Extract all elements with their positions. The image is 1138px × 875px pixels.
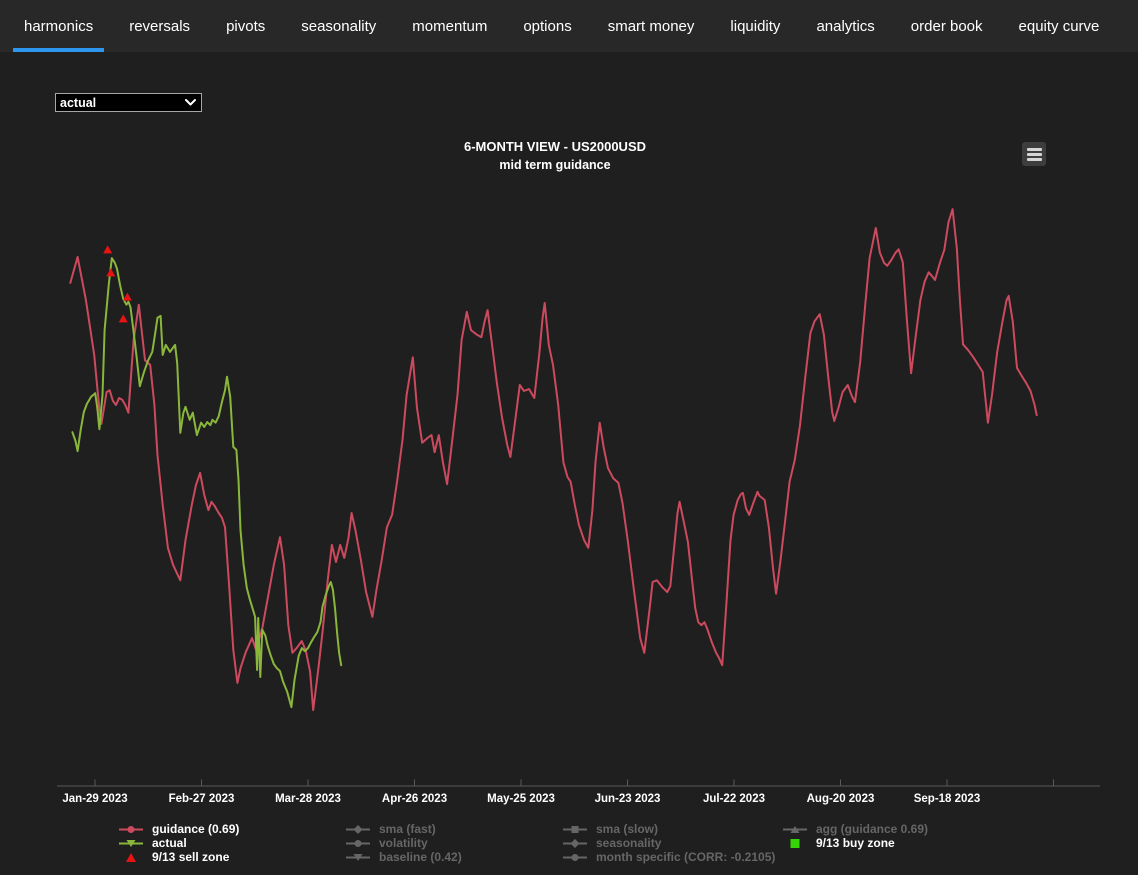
legend-column: guidance (0.69)actual9/13 sell zone [118,822,239,864]
legend-item-sma-slow[interactable]: sma (slow) [562,822,775,836]
legend-item-volatility[interactable]: volatility [345,836,462,850]
chart-plot: Jan-29 2023 Feb-27 2023 Mar-28 2023 Apr-26 … [0,0,1138,875]
legend-item-month-specific-corr-0-2105[interactable]: month specific (CORR: -0.2105) [562,850,775,864]
legend-item-9-13-buy-zone[interactable]: 9/13 buy zone [782,836,928,850]
legend-item-label: sma (slow) [596,822,658,836]
legend-item-label: month specific (CORR: -0.2105) [596,850,775,864]
legend-item-label: sma (fast) [379,822,436,836]
legend-column: sma (fast)volatilitybaseline (0.42) [345,822,462,864]
sell-zone-marker [103,245,112,253]
x-axis-label: Apr-26 2023 [382,793,447,805]
legend-column: agg (guidance 0.69)9/13 buy zone [782,822,928,850]
line-diamond-marker-icon [562,837,588,850]
legend-column: sma (slow)seasonalitymonth specific (COR… [562,822,775,864]
line-diamond-marker-icon [345,823,371,836]
legend-item-label: actual [152,836,187,850]
legend-item-guidance-0-69[interactable]: guidance (0.69) [118,822,239,836]
legend-item-label: baseline (0.42) [379,850,462,864]
actual-series-line [72,258,341,707]
line-circle-marker-icon [562,851,588,864]
line-triangle-down-marker-icon [345,851,371,864]
legend-item-9-13-sell-zone[interactable]: 9/13 sell zone [118,850,239,864]
legend-item-label: 9/13 sell zone [152,850,229,864]
square-marker-icon [782,837,808,850]
line-circle-marker-icon [345,837,371,850]
line-triangle-up-marker-icon [782,823,808,836]
x-axis-label: Sep-18 2023 [914,793,981,805]
sell-zone-marker [106,268,115,276]
line-circle-marker-icon [118,823,144,836]
legend-item-agg-guidance-0-69[interactable]: agg (guidance 0.69) [782,822,928,836]
app-root: harmonicsreversalspivotsseasonalitymomen… [0,0,1138,875]
legend-item-actual[interactable]: actual [118,836,239,850]
legend-item-sma-fast[interactable]: sma (fast) [345,822,462,836]
legend-item-label: guidance (0.69) [152,822,239,836]
x-axis-label: Feb-27 2023 [169,793,235,805]
legend-item-label: 9/13 buy zone [816,836,895,850]
x-axis-label: Jan-29 2023 [62,793,127,805]
guidance-series-line [70,209,1036,710]
legend-item-label: agg (guidance 0.69) [816,822,928,836]
x-axis-label: May-25 2023 [487,793,555,805]
legend-item-baseline-0-42[interactable]: baseline (0.42) [345,850,462,864]
legend-item-seasonality[interactable]: seasonality [562,836,775,850]
x-axis-label: Jun-23 2023 [595,793,661,805]
sell-zone-marker [119,314,128,322]
triangle-up-marker-icon [118,851,144,864]
x-axis-label: Mar-28 2023 [275,793,341,805]
line-triangle-down-marker-icon [118,837,144,850]
x-axis-label: Aug-20 2023 [807,793,875,805]
legend-item-label: volatility [379,836,428,850]
sell-zone-marker [123,293,132,301]
legend-item-label: seasonality [596,836,661,850]
line-square-marker-icon [562,823,588,836]
x-axis-label: Jul-22 2023 [703,793,765,805]
